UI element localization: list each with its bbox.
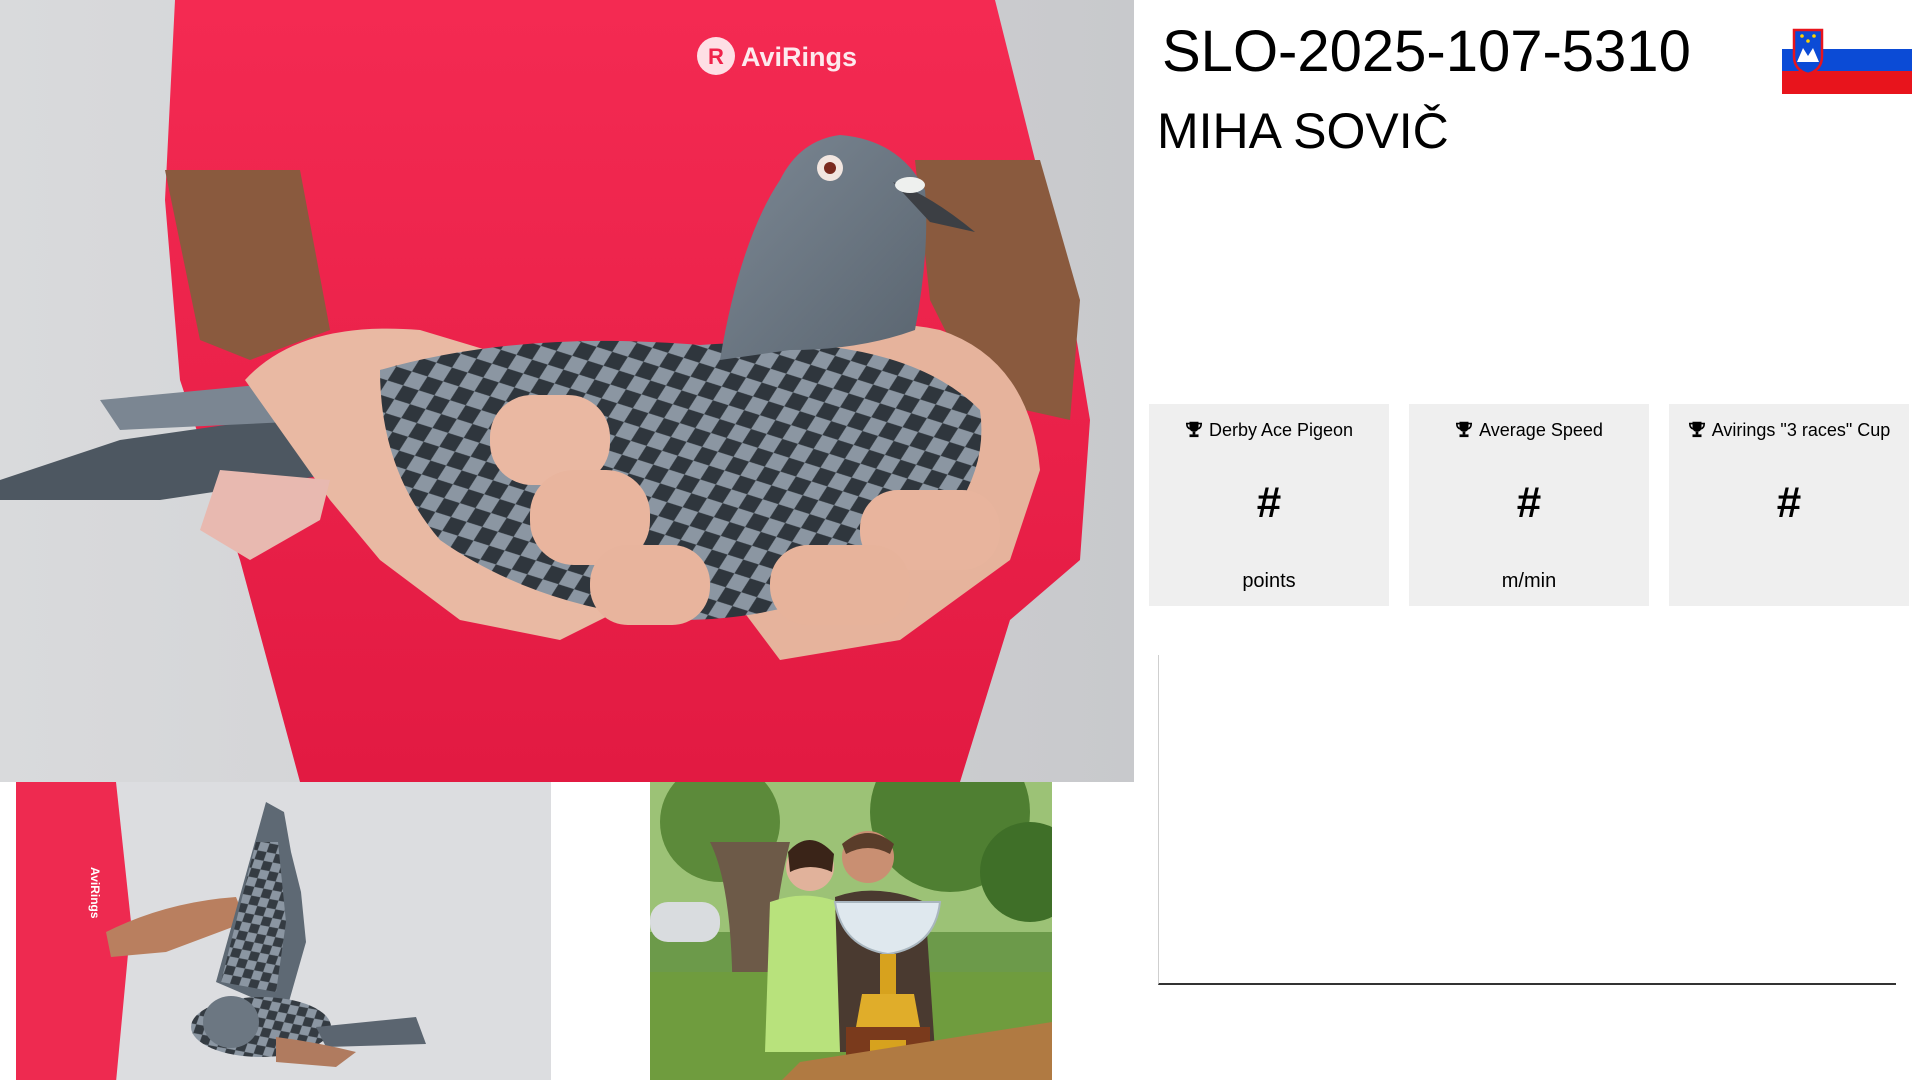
stat-title: Derby Ace Pigeon bbox=[1208, 420, 1354, 440]
ring-number: SLO-2025-107-5310 bbox=[1162, 19, 1691, 84]
stat-card-three-races-cup: Avirings "3 races" Cup # bbox=[1669, 404, 1909, 606]
stat-title: Average Speed bbox=[1479, 420, 1603, 440]
results-chart-area bbox=[1158, 655, 1896, 985]
stat-value: # bbox=[1776, 478, 1802, 527]
stat-title: Avirings "3 races" Cup bbox=[1711, 420, 1891, 440]
pigeon-wing-photo: AviRings bbox=[16, 782, 551, 1080]
stat-value: # bbox=[1516, 478, 1542, 527]
stat-unit: m/min bbox=[1501, 570, 1557, 592]
pigeon-main-photo: R AviRings bbox=[0, 0, 1134, 782]
trophy-icon bbox=[1688, 421, 1705, 438]
stat-title-row: Derby Ace Pigeon bbox=[1149, 420, 1389, 441]
stat-title-row: Avirings "3 races" Cup bbox=[1669, 420, 1909, 441]
stat-value: # bbox=[1256, 478, 1282, 527]
stat-unit: points bbox=[1242, 570, 1296, 592]
pigeon-wing-photo-illustration: AviRings bbox=[16, 782, 551, 1080]
pigeon-main-photo-illustration: R AviRings bbox=[0, 0, 1134, 782]
owner-photo-illustration bbox=[650, 782, 1052, 1080]
flag-graphic bbox=[1782, 26, 1912, 94]
svg-text:AviRings: AviRings bbox=[741, 42, 857, 72]
stat-card-derby-ace: Derby Ace Pigeon # points bbox=[1149, 404, 1389, 606]
owner-with-trophy-photo bbox=[650, 782, 1052, 1080]
stat-card-average-speed: Average Speed # m/min bbox=[1409, 404, 1649, 606]
trophy-icon bbox=[1185, 421, 1202, 438]
stat-title-row: Average Speed bbox=[1409, 420, 1649, 441]
svg-text:R: R bbox=[708, 44, 724, 69]
svg-text:AviRings: AviRings bbox=[88, 867, 102, 919]
slovenia-flag-icon bbox=[1782, 26, 1912, 94]
owner-name: MIHA SOVIČ bbox=[1157, 103, 1449, 159]
trophy-icon bbox=[1456, 421, 1473, 438]
